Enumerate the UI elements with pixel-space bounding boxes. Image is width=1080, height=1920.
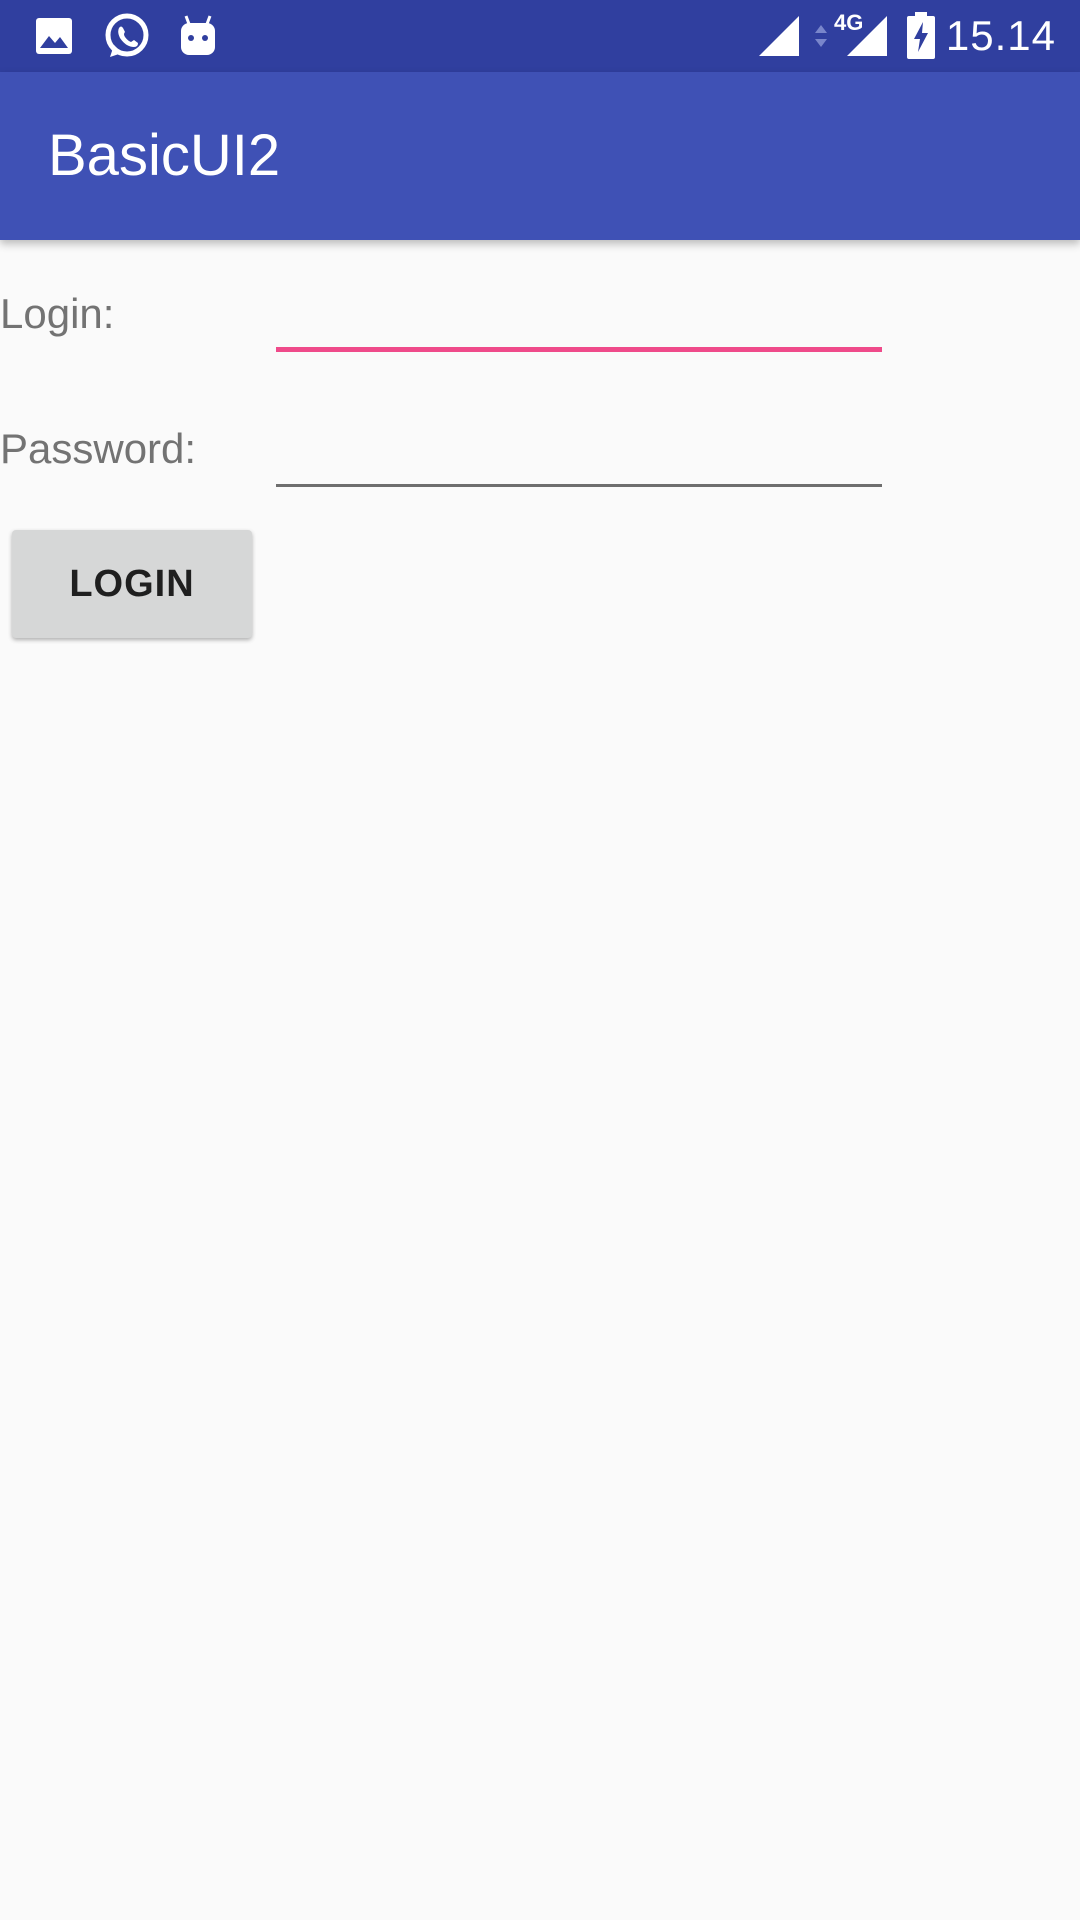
password-input[interactable]: [276, 423, 882, 487]
login-input[interactable]: [276, 288, 882, 352]
app-title: BasicUI2: [48, 123, 281, 188]
signal-icon: [844, 0, 890, 72]
app-toolbar: BasicUI2: [0, 72, 1080, 240]
signal-icon: [756, 0, 802, 72]
data-arrows-icon: [810, 0, 832, 72]
status-bar: 4G 15.14: [0, 0, 1080, 72]
android-icon: [178, 0, 218, 72]
status-time: 15.14: [945, 12, 1056, 59]
login-button[interactable]: LOGIN: [12, 530, 252, 638]
whatsapp-icon: [100, 0, 154, 72]
battery-charging-icon: [904, 0, 938, 72]
image-icon: [32, 0, 76, 72]
password-label: Password:: [0, 425, 197, 472]
login-label: Login:: [0, 290, 115, 337]
